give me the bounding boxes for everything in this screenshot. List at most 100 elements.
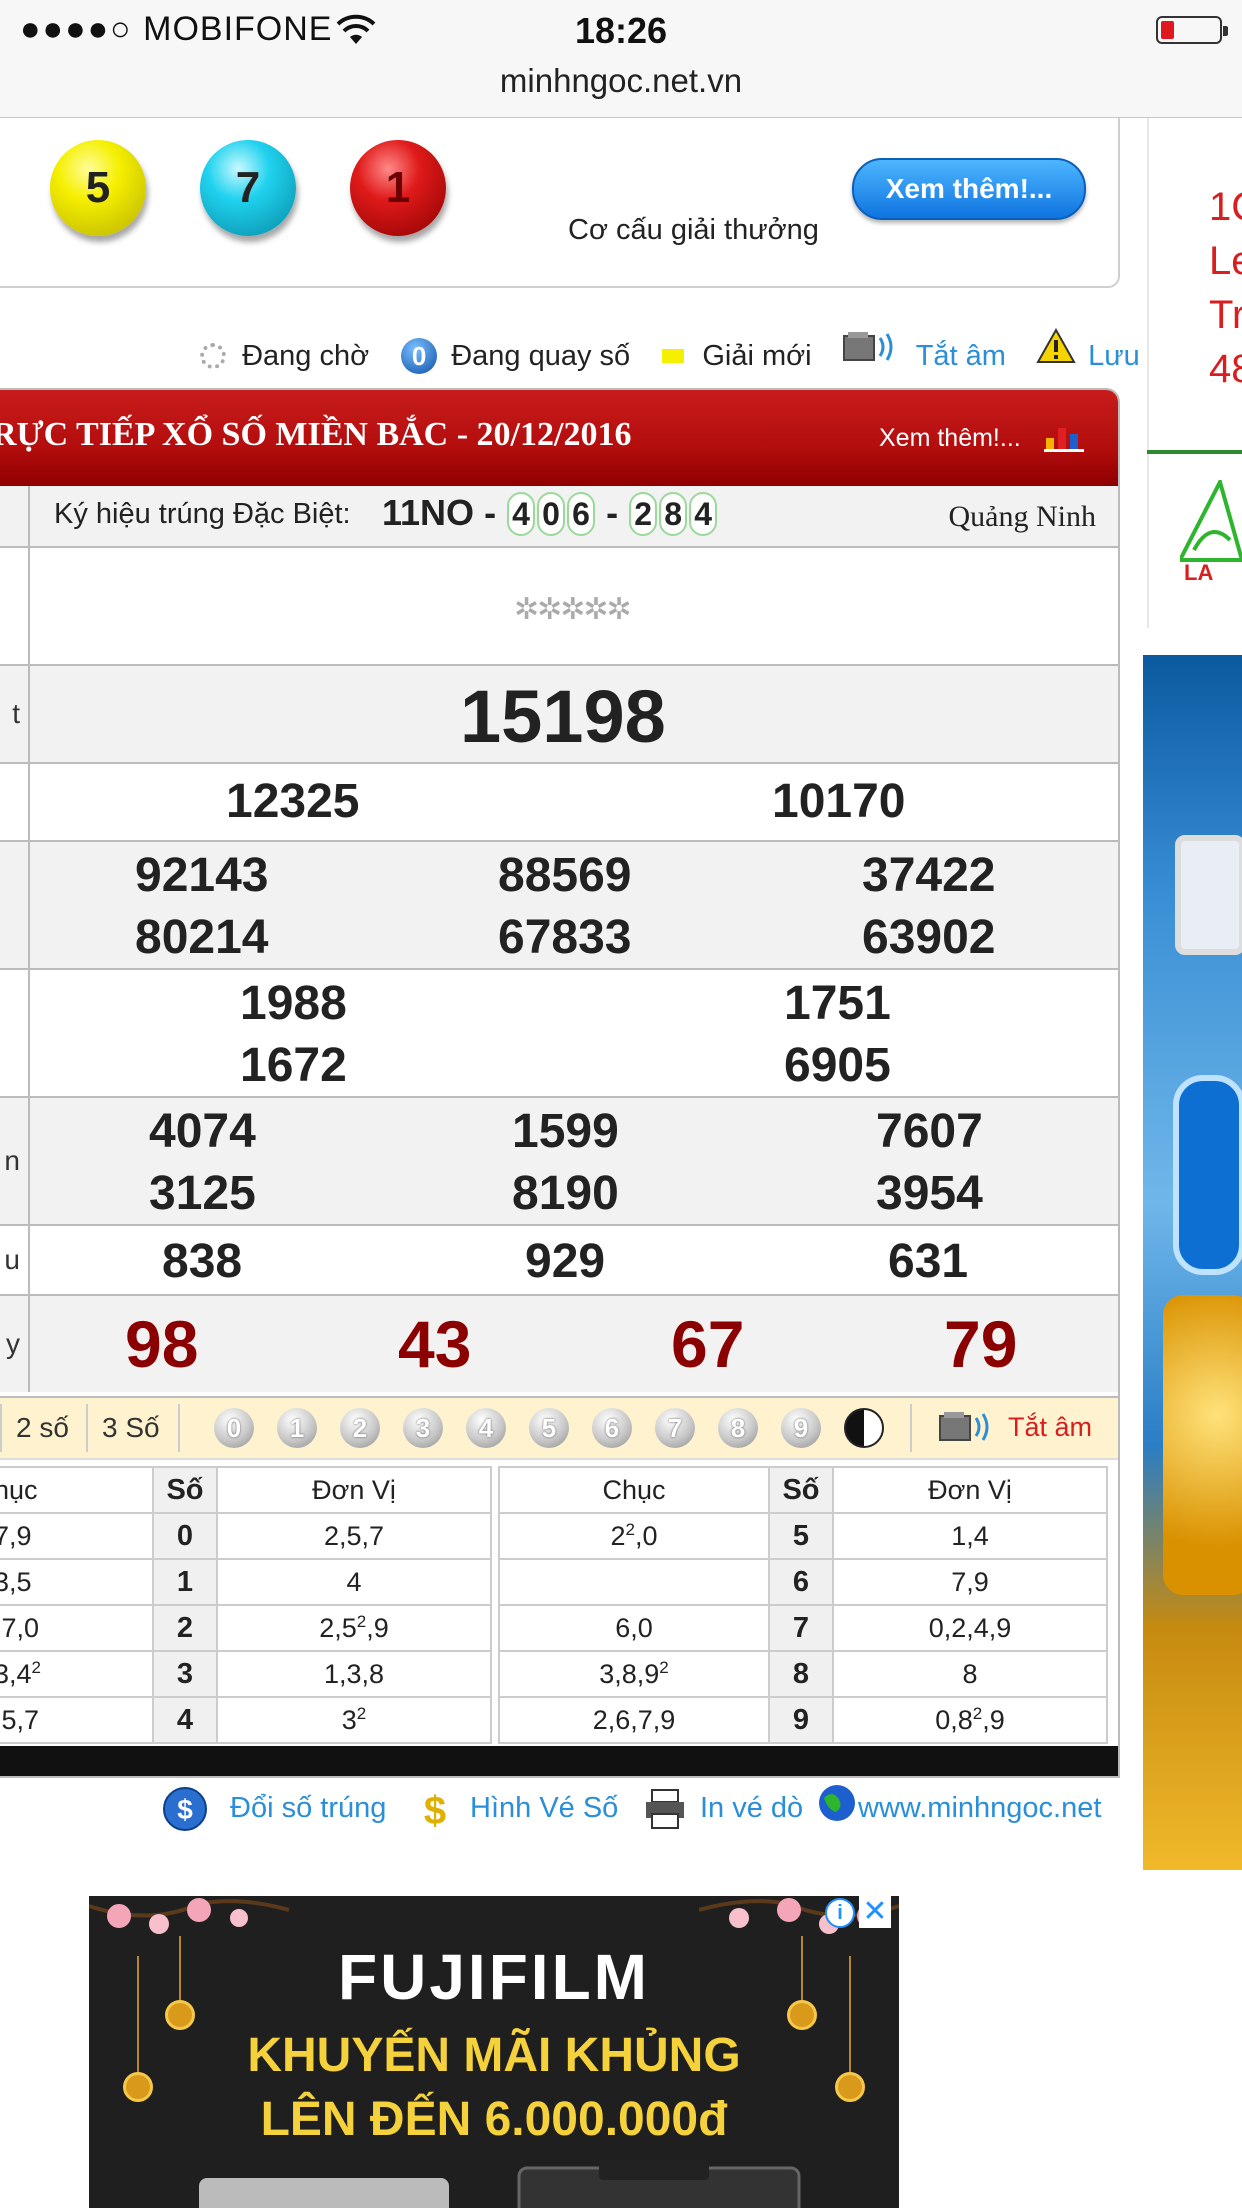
prize-row: u 838 929 631 — [0, 1224, 1118, 1294]
dollar-icon: $ — [424, 1789, 446, 1832]
mute-link[interactable]: Tắt âm — [1008, 1412, 1092, 1443]
balls-panel: 5 7 1 Cơ cấu giải thưởng Xem thêm!... — [0, 118, 1120, 288]
prize-number: 929 — [525, 1235, 606, 1288]
speaker-icon[interactable] — [938, 1410, 994, 1444]
prize-number: 80214 — [135, 911, 269, 964]
table-row: ,7,0 2 2,52,9 — [0, 1604, 492, 1652]
globe-icon — [819, 1785, 855, 1821]
col-header: hục — [0, 1466, 154, 1514]
legend-waiting: Đang chờ — [242, 339, 370, 372]
table-row: 3,42 3 1,3,8 — [0, 1650, 492, 1698]
results-panel: RỰC TIẾP XỔ SỐ MIỀN BẮC - 20/12/2016 Xem… — [0, 388, 1120, 1778]
side-banner-ad[interactable] — [1143, 655, 1242, 1870]
printer-icon — [646, 1789, 684, 1829]
mute-link[interactable]: Tắt âm — [916, 340, 1006, 373]
col-header: Đơn Vị — [216, 1466, 492, 1514]
new-prize-icon — [662, 349, 685, 364]
ad-close-icon[interactable]: ✕ — [859, 1896, 891, 1928]
lottery-ball: 5 — [50, 140, 146, 236]
ticket-image-link[interactable]: Hình Vé Số — [470, 1792, 618, 1825]
svg-text:$: $ — [177, 1794, 193, 1825]
digit-ball[interactable]: 0 — [214, 1408, 254, 1448]
yin-yang-icon[interactable] — [844, 1408, 884, 1448]
prize-number: 7607 — [876, 1105, 983, 1158]
digit-ball[interactable]: 5 — [529, 1408, 569, 1448]
prize-number: 1672 — [240, 1039, 347, 1092]
loto-table-right: Chục Số Đơn Vị 22,0 5 1,4 6 7,9 6,0 7 0,… — [498, 1466, 1108, 1744]
code-digit: 8 — [659, 492, 688, 536]
prize-number: 79 — [944, 1307, 1018, 1381]
special-code-prefix: 11NO — [382, 492, 475, 533]
side-text: Tr — [1209, 293, 1242, 337]
digit-ball[interactable]: 9 — [781, 1408, 821, 1448]
legend: Đang chờ 0 Đang quay số Giải mới Tắt âm … — [200, 327, 1162, 375]
prize-number: 67 — [671, 1307, 745, 1381]
chart-icon[interactable] — [1044, 420, 1084, 452]
special-prize-row: t 15198 — [0, 664, 1118, 762]
digit-ball[interactable]: 4 — [466, 1408, 506, 1448]
panel-footer-bar — [0, 1746, 1118, 1776]
col-header: Số — [152, 1466, 218, 1514]
waiting-row: ✲✲✲✲✲ — [0, 546, 1118, 664]
results-more-link[interactable]: Xem thêm!... — [879, 424, 1021, 453]
side-text: 48 — [1209, 347, 1242, 391]
table-row: 6 7,9 — [498, 1558, 1108, 1606]
digit-ball[interactable]: 3 — [403, 1408, 443, 1448]
digit-ball[interactable]: 7 — [655, 1408, 695, 1448]
ad-headline: KHUYẾN MÃI KHỦNG — [247, 2029, 741, 2082]
print-ticket-link[interactable]: In vé dò — [700, 1792, 803, 1825]
prize-number: 63902 — [862, 911, 996, 964]
special-prize-number: 15198 — [460, 675, 666, 758]
table-row: 3,5 1 4 — [0, 1558, 492, 1606]
warning-icon — [1036, 327, 1076, 363]
two-digit-option[interactable]: 2 số — [16, 1412, 69, 1444]
prize-row: 92143 88569 37422 80214 67833 63902 — [0, 840, 1118, 968]
col-header: Số — [768, 1466, 834, 1514]
ad-info-icon[interactable]: i — [825, 1898, 855, 1928]
three-digit-option[interactable]: 3 Số — [102, 1412, 160, 1444]
prize-number: 4074 — [149, 1105, 256, 1158]
see-more-button[interactable]: Xem thêm!... — [852, 158, 1086, 220]
digit-ball[interactable]: 8 — [718, 1408, 758, 1448]
url-bar[interactable]: minhngoc.net.vn — [0, 56, 1242, 118]
loto-table: hục Số Đơn Vị 7,9 0 2,5,7 3,5 1 4 ,7,0 2… — [0, 1460, 1118, 1746]
side-divider — [1147, 450, 1242, 454]
table-row: 7,9 0 2,5,7 — [0, 1512, 492, 1560]
code-digit: 2 — [629, 492, 658, 536]
prize-number: 3125 — [149, 1167, 256, 1220]
digit-ball[interactable]: 2 — [340, 1408, 380, 1448]
loto-table-left: hục Số Đơn Vị 7,9 0 2,5,7 3,5 1 4 ,7,0 2… — [0, 1466, 492, 1744]
status-bar: ●●●●○ MOBIFONE 18:26 — [0, 0, 1242, 56]
ad-banner[interactable]: FUJIFILM KHUYẾN MÃI KHỦNG LÊN ĐẾN 6.000.… — [89, 1896, 899, 2208]
prize-number: 98 — [125, 1307, 199, 1381]
prize-number: 1599 — [512, 1105, 619, 1158]
digit-ball[interactable]: 1 — [277, 1408, 317, 1448]
prize-row: n 4074 1599 7607 3125 8190 3954 — [0, 1096, 1118, 1224]
speaker-icon[interactable] — [842, 330, 898, 364]
code-digit: 0 — [537, 492, 566, 536]
prize-number: 10170 — [772, 775, 906, 828]
col-header: Chục — [498, 1466, 770, 1514]
col-header: Đơn Vị — [832, 1466, 1108, 1514]
code-digit: 4 — [507, 492, 536, 536]
digit-ball[interactable]: 6 — [592, 1408, 632, 1448]
website-link[interactable]: www.minhngoc.net — [858, 1792, 1101, 1825]
special-code: 11NO - 406 - 284 — [382, 492, 718, 536]
camera-icon — [199, 2160, 801, 2208]
svg-text:$: $ — [424, 1789, 446, 1832]
table-row: 3,8,92 8 8 — [498, 1650, 1108, 1698]
row-label: y — [0, 1296, 30, 1392]
prize-row: y 98 43 67 79 — [0, 1294, 1118, 1392]
prize-structure-link[interactable]: Cơ cấu giải thưởng — [568, 214, 819, 247]
exchange-link[interactable]: Đổi số trúng — [230, 1792, 386, 1825]
special-code-row: Ký hiệu trúng Đặc Biệt: 11NO - 406 - 284… — [0, 486, 1118, 546]
prize-row: 1988 1751 1672 6905 — [0, 968, 1118, 1096]
side-text: Le — [1209, 239, 1242, 283]
prize-number: 3954 — [876, 1167, 983, 1220]
prize-number: 67833 — [498, 911, 632, 964]
logo-icon[interactable]: LA — [1180, 480, 1242, 590]
prize-number: 838 — [162, 1235, 243, 1288]
prize-number: 37422 — [862, 849, 996, 902]
prize-number: 88569 — [498, 849, 632, 902]
prize-number: 1751 — [784, 977, 891, 1030]
